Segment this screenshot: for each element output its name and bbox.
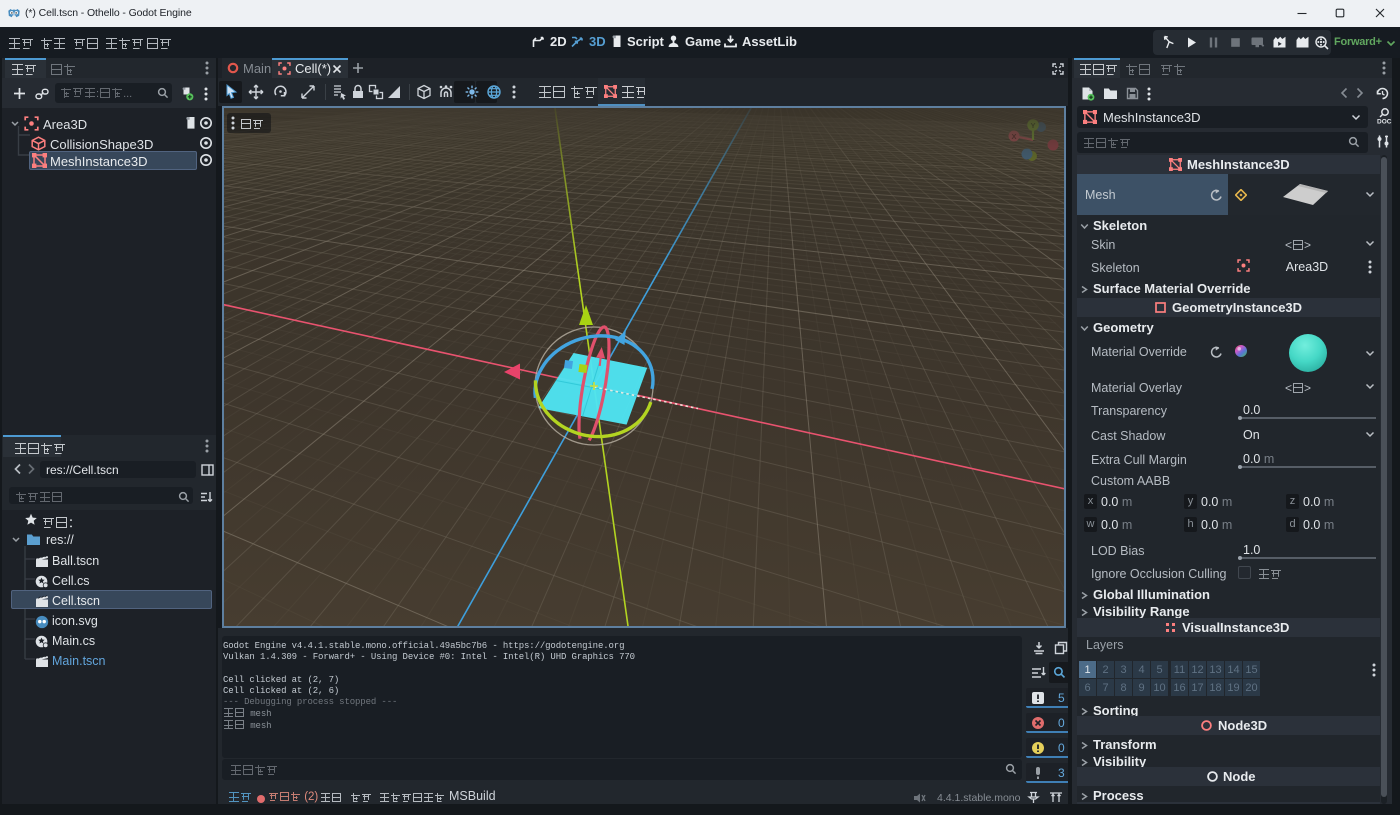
svg-text:DOC: DOC	[1377, 119, 1392, 126]
